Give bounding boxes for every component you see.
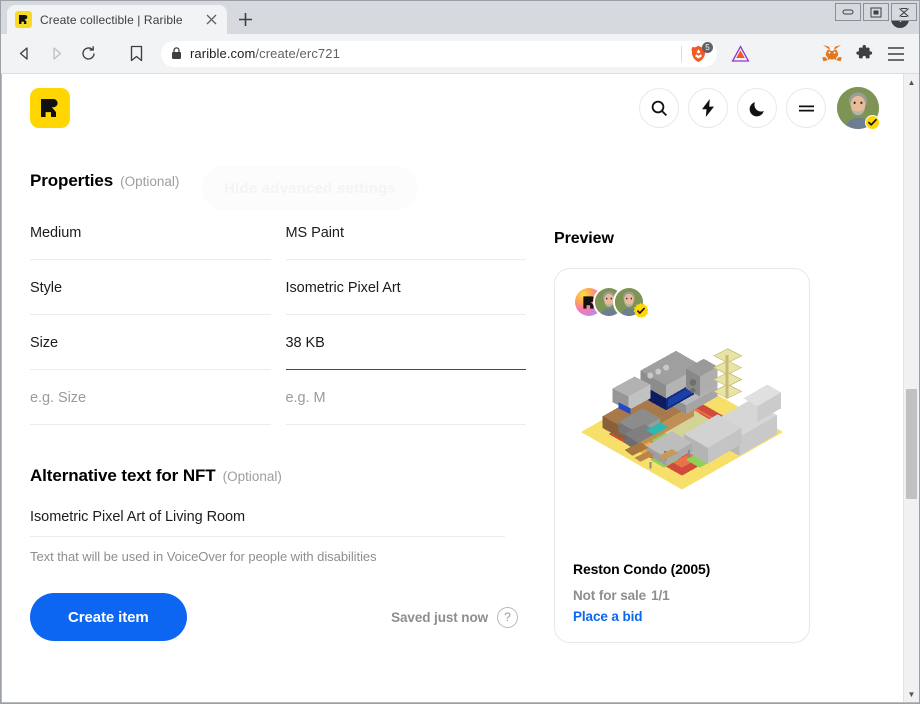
rarible-logo-icon[interactable] (30, 88, 70, 128)
tab-title: Create collectible | Rarible (40, 12, 183, 27)
close-icon[interactable] (891, 3, 917, 21)
property-key-placeholder: e.g. Size (30, 390, 86, 406)
omnibox-divider (681, 45, 682, 62)
help-icon[interactable]: ? (497, 606, 518, 628)
page-scrollbar[interactable]: ▲ ▼ (903, 74, 919, 702)
alt-text-optional-label: (Optional) (222, 469, 282, 484)
nft-price-status: Not for sale 1/1 (573, 588, 791, 603)
property-value-field[interactable]: 38 KB (285, 315, 526, 370)
alt-text-section: Alternative text for NFT (Optional) Isom… (30, 466, 526, 564)
scroll-up-arrow-icon[interactable]: ▲ (904, 74, 919, 90)
property-value-value: 38 KB (285, 335, 325, 351)
preview-column: Preview Reston Condo (2005) Not for sale… (554, 142, 879, 702)
save-status: Saved just now ? (391, 606, 526, 628)
browser-toolbar: rarible.com/create/erc721 5 (1, 34, 919, 74)
nft-preview-card[interactable]: Reston Condo (2005) Not for sale 1/1 Plac… (554, 268, 810, 643)
url-path: /create/erc721 (255, 46, 340, 61)
brave-badge-count: 5 (702, 41, 713, 53)
lock-icon (171, 47, 182, 60)
bookmark-icon[interactable] (121, 39, 151, 69)
brave-lion-icon[interactable]: 5 (690, 41, 713, 63)
alt-text-input[interactable]: Isometric Pixel Art of Living Room (30, 509, 526, 525)
property-value-placeholder: e.g. M (285, 390, 326, 406)
back-arrow-icon[interactable] (9, 39, 39, 69)
equals-menu-icon[interactable] (786, 88, 826, 128)
property-key-value: Size (30, 335, 59, 351)
alt-text-title: Alternative text for NFT (30, 466, 216, 485)
page-viewport: Hide advanced settings Properties (Optio… (1, 74, 919, 703)
minimize-icon[interactable] (835, 3, 861, 21)
bat-triangle-icon[interactable] (725, 39, 755, 69)
scrollbar-thumb[interactable] (906, 389, 917, 499)
property-value-field[interactable]: MS Paint (285, 205, 526, 260)
property-value-field[interactable]: Isometric Pixel Art (285, 260, 526, 315)
property-key-field[interactable]: Medium (30, 205, 271, 260)
property-key-value: Style (30, 280, 62, 296)
field-underline (30, 424, 271, 425)
url-text: rarible.com/create/erc721 (190, 46, 340, 61)
form-column: Properties (Optional) Medium MS Paint St… (30, 142, 526, 702)
alt-text-help: Text that will be used in VoiceOver for … (30, 549, 377, 564)
alt-text-underline (30, 536, 505, 537)
avatar-stack (573, 285, 791, 319)
form-actions: Create item Saved just now ? (30, 593, 526, 641)
user-avatar[interactable] (837, 87, 880, 130)
properties-title: Properties (30, 171, 114, 190)
rarible-page: Hide advanced settings Properties (Optio… (2, 74, 903, 702)
nft-artwork (573, 329, 791, 547)
tab-strip: Create collectible | Rarible (1, 1, 919, 34)
lightning-bolt-icon[interactable] (688, 88, 728, 128)
close-icon[interactable] (203, 12, 219, 28)
property-value-value: MS Paint (285, 225, 344, 241)
nft-title: Reston Condo (2005) (573, 561, 711, 577)
property-value-field-empty[interactable]: e.g. M (285, 370, 526, 425)
browser-window: Create collectible | Rarible rarible.com… (0, 0, 920, 704)
create-item-button[interactable]: Create item (30, 593, 187, 641)
properties-optional-label: (Optional) (120, 174, 180, 189)
search-icon[interactable] (639, 88, 679, 128)
scroll-down-arrow-icon[interactable]: ▼ (904, 686, 919, 702)
window-controls (835, 3, 917, 21)
verified-badge-icon (865, 115, 880, 130)
owner-avatar[interactable] (613, 286, 648, 318)
alt-text-heading: Alternative text for NFT (Optional) (30, 466, 526, 486)
place-a-bid-link[interactable]: Place a bid (573, 609, 791, 624)
property-key-value: Medium (30, 225, 82, 241)
preview-heading: Preview (554, 230, 614, 247)
page-content: Properties (Optional) Medium MS Paint St… (2, 142, 903, 702)
field-underline (285, 424, 526, 425)
metamask-fox-icon[interactable] (817, 39, 847, 69)
hamburger-menu-icon[interactable] (881, 39, 911, 69)
hide-advanced-settings-button[interactable]: Hide advanced settings (202, 166, 418, 210)
property-key-field[interactable]: Style (30, 260, 271, 315)
saved-label: Saved just now (391, 609, 488, 625)
site-header (2, 74, 903, 142)
rarible-logo-icon (15, 11, 32, 28)
property-key-field[interactable]: Size (30, 315, 271, 370)
maximize-icon[interactable] (863, 3, 889, 21)
moon-icon[interactable] (737, 88, 777, 128)
properties-grid: Medium MS Paint Style Isometric Pixel Ar… (30, 205, 526, 425)
edition-count: 1/1 (651, 588, 670, 603)
address-bar[interactable]: rarible.com/create/erc721 5 (161, 40, 717, 67)
reload-icon[interactable] (73, 39, 103, 69)
puzzle-piece-icon[interactable] (849, 39, 879, 69)
forward-arrow-icon (41, 39, 71, 69)
price-status-text: Not for sale (573, 588, 647, 603)
property-key-field-empty[interactable]: e.g. Size (30, 370, 271, 425)
url-domain: rarible.com (190, 46, 256, 61)
property-value-value: Isometric Pixel Art (285, 280, 401, 296)
new-tab-button[interactable] (231, 5, 259, 33)
browser-tab[interactable]: Create collectible | Rarible (7, 5, 227, 34)
